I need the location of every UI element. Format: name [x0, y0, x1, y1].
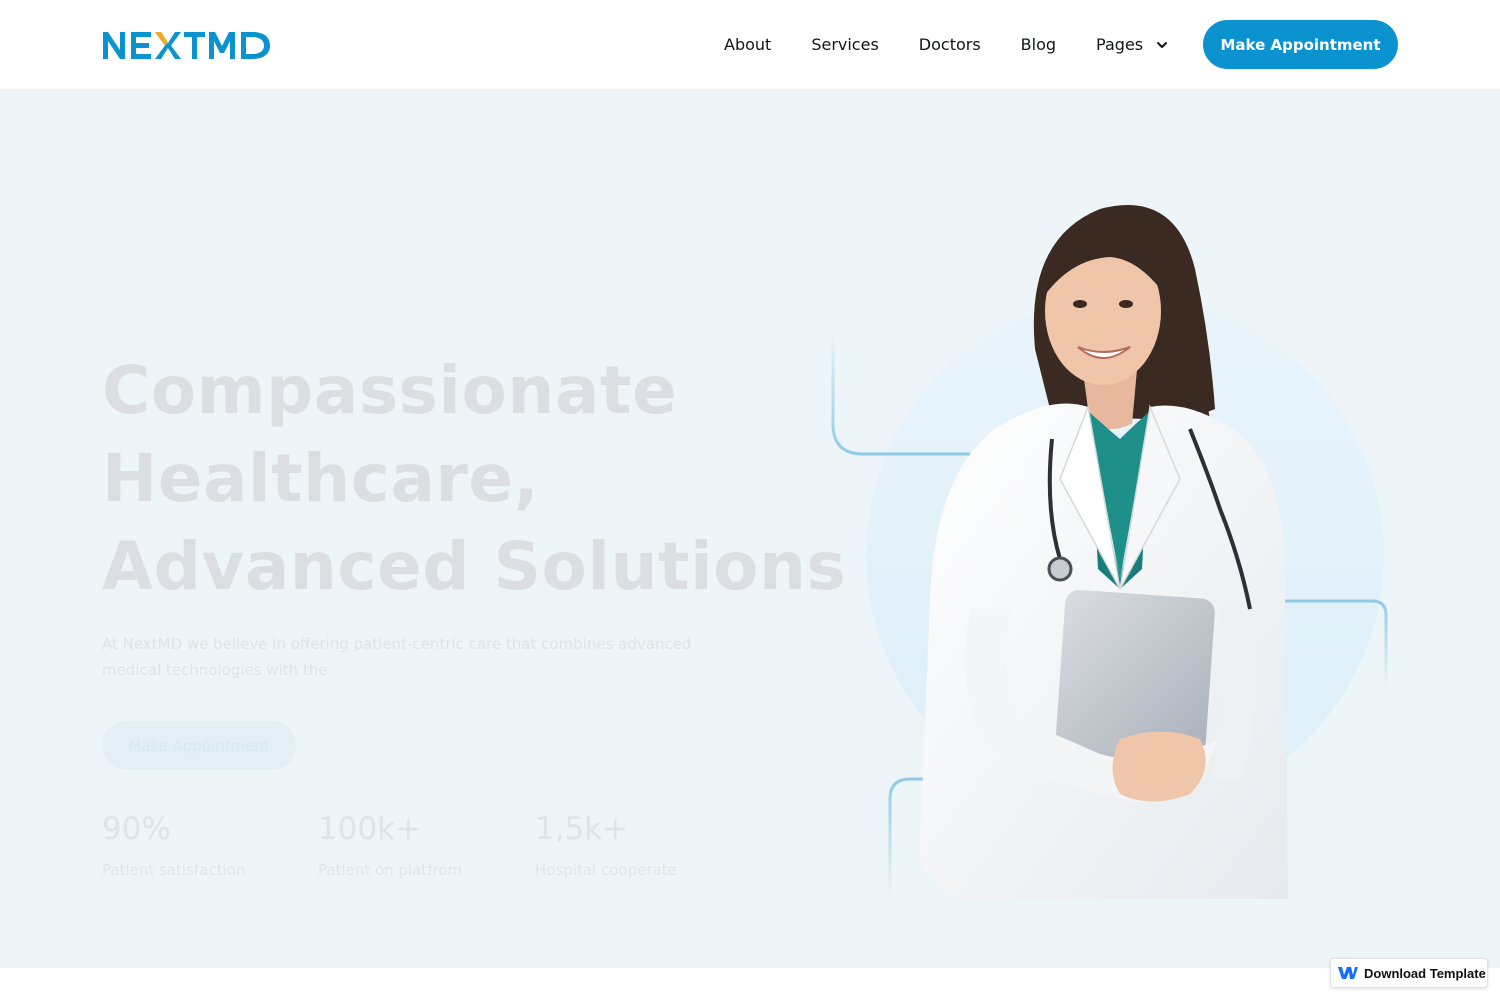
hero-section: Compassionate Healthcare, Advanced Solut…	[0, 89, 1500, 968]
hero-title-line: Healthcare,	[102, 440, 540, 517]
hero-description: At NextMD we believe in offering patient…	[102, 635, 692, 679]
hero-title-line: Advanced Solutions	[102, 528, 847, 605]
stat-label: Patient on platfrom	[318, 861, 463, 879]
stat-value: 100k+	[318, 811, 422, 847]
make-appointment-button[interactable]: Make Appointment	[1203, 20, 1398, 69]
webflow-icon	[1338, 967, 1358, 979]
stat-label: Hospital cooperate	[535, 861, 677, 879]
stat-label: Patient satisfaction	[102, 861, 246, 879]
download-template-badge[interactable]: Download Template	[1330, 958, 1488, 988]
logo-mark	[103, 32, 270, 59]
nav-pages-label: Pages	[1096, 35, 1144, 54]
doctor-figure	[918, 205, 1288, 899]
nav-pages-dropdown[interactable]: Pages	[1096, 35, 1169, 54]
top-nav: About Services Doctors Blog Pages Make A…	[0, 0, 1500, 89]
chevron-down-icon	[1157, 41, 1168, 48]
nav-blog[interactable]: Blog	[1021, 35, 1056, 54]
next-section	[0, 968, 1500, 1000]
hero-title: Compassionate Healthcare, Advanced Solut…	[102, 347, 847, 611]
nextmd-logo[interactable]	[102, 29, 276, 61]
stat-patients: 100k+ Patient on platfrom	[318, 809, 462, 879]
stat-hospitals: 1,5k+ Hospital cooperate	[535, 809, 677, 879]
stat-value: 90%	[102, 811, 171, 847]
stat-satisfaction: 90% Patient satisfaction	[102, 809, 245, 879]
nav-services[interactable]: Services	[811, 35, 878, 54]
stat-value: 1,5k+	[535, 811, 629, 847]
hero-appointment-button[interactable]: Make Appointment	[102, 721, 296, 770]
nav-doctors[interactable]: Doctors	[919, 35, 981, 54]
doctor-photo	[831, 205, 1388, 899]
main-menu: About Services Doctors Blog Pages	[704, 0, 1189, 89]
download-template-label: Download Template	[1364, 965, 1486, 981]
nav-about[interactable]: About	[724, 35, 771, 54]
hero-title-line: Compassionate	[102, 352, 678, 429]
